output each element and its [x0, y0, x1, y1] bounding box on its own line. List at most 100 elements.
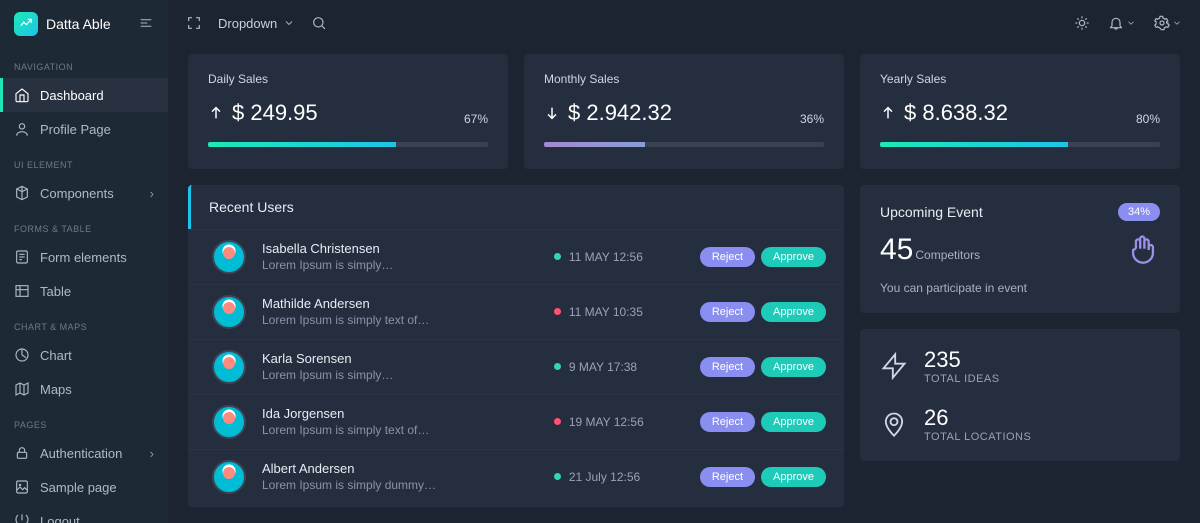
sidebar: Datta Able NAVIGATION Dashboard Profile Pa…	[0, 0, 168, 523]
peace-hand-icon	[1126, 233, 1160, 267]
reject-button[interactable]: Reject	[700, 247, 755, 267]
sidebar-item-label: Profile Page	[40, 122, 111, 137]
sidebar-item-chart[interactable]: Chart	[0, 338, 168, 372]
approve-button[interactable]: Approve	[761, 302, 826, 322]
stat-label: Monthly Sales	[544, 72, 824, 86]
sidebar-item-logout[interactable]: Logout	[0, 504, 168, 523]
sidebar-item-components[interactable]: Components ›	[0, 176, 168, 210]
sidebar-item-label: Dashboard	[40, 88, 104, 103]
user-subtitle: Lorem Ipsum is simply text of…	[262, 313, 482, 327]
user-subtitle: Lorem Ipsum is simply…	[262, 368, 482, 382]
reject-button[interactable]: Reject	[700, 412, 755, 432]
user-name: Mathilde Andersen	[262, 296, 538, 311]
user-row: Ida Jorgensen Lorem Ipsum is simply text …	[188, 394, 844, 449]
chevron-right-icon: ›	[150, 186, 154, 201]
topbar-dropdown-label: Dropdown	[218, 16, 277, 31]
sidebar-item-dashboard[interactable]: Dashboard	[0, 78, 168, 112]
chevron-down-icon	[283, 17, 295, 29]
sidebar-item-label: Form elements	[40, 250, 127, 265]
brand[interactable]: Datta Able	[0, 0, 168, 48]
sidebar-section-title: PAGES	[0, 406, 168, 436]
status-dot	[554, 253, 561, 260]
avatar	[212, 295, 246, 329]
map-pin-icon	[880, 410, 908, 438]
reject-button[interactable]: Reject	[700, 302, 755, 322]
sidebar-collapse-icon[interactable]	[138, 15, 154, 34]
theme-icon[interactable]	[1074, 15, 1090, 31]
event-count-label: Competitors	[915, 248, 980, 262]
approve-button[interactable]: Approve	[761, 467, 826, 487]
upcoming-event-card: Upcoming Event 34% 45 Competitors You ca…	[860, 185, 1180, 313]
sidebar-item-maps[interactable]: Maps	[0, 372, 168, 406]
topbar-dropdown[interactable]: Dropdown	[218, 16, 295, 31]
stat-yearly-sales: Yearly Sales$ 8.638.3280%	[860, 54, 1180, 169]
approve-button[interactable]: Approve	[761, 412, 826, 432]
user-name: Isabella Christensen	[262, 241, 538, 256]
stat-value: $ 2.942.32	[544, 100, 672, 126]
recent-users-card: Recent Users Isabella Christensen Lorem I…	[188, 185, 844, 508]
total-ideas-label: TOTAL IDEAS	[924, 373, 1000, 385]
sidebar-item-label: Maps	[40, 382, 72, 397]
sidebar-item-authentication[interactable]: Authentication ›	[0, 436, 168, 470]
avatar	[212, 405, 246, 439]
total-locations: 26 TOTAL LOCATIONS	[880, 405, 1160, 443]
user-row: Karla Sorensen Lorem Ipsum is simply… 9 MA…	[188, 339, 844, 394]
sidebar-section-title: FORMS & TABLE	[0, 210, 168, 240]
avatar	[212, 240, 246, 274]
sidebar-section-title: CHART & MAPS	[0, 308, 168, 338]
user-row: Albert AndersenLorem Ipsum is simply dum…	[188, 449, 844, 504]
total-locations-num: 26	[924, 405, 1031, 431]
reject-button[interactable]: Reject	[700, 467, 755, 487]
status-dot	[554, 473, 561, 480]
user-time: 11 MAY 12:56	[554, 250, 684, 264]
stat-progress	[544, 142, 824, 147]
sidebar-item-label: Sample page	[40, 480, 117, 495]
user-time: 9 MAY 17:38	[554, 360, 684, 374]
stat-percent: 36%	[800, 112, 824, 126]
user-subtitle: Lorem Ipsum is simply text of…	[262, 423, 482, 437]
notifications-icon[interactable]	[1108, 15, 1136, 31]
sidebar-item-profile-page[interactable]: Profile Page	[0, 112, 168, 146]
stat-label: Daily Sales	[208, 72, 488, 86]
stat-progress	[880, 142, 1160, 147]
total-ideas-num: 235	[924, 347, 1000, 373]
totals-card: 235 TOTAL IDEAS 26 TOTAL LOCATIONS	[860, 329, 1180, 461]
user-name: Karla Sorensen	[262, 351, 538, 366]
settings-icon[interactable]	[1154, 15, 1182, 31]
chevron-right-icon: ›	[150, 446, 154, 461]
sidebar-section-title: NAVIGATION	[0, 48, 168, 78]
sidebar-item-label: Logout	[40, 514, 80, 523]
stat-label: Yearly Sales	[880, 72, 1160, 86]
stat-percent: 67%	[464, 112, 488, 126]
sidebar-item-label: Components	[40, 186, 114, 201]
brand-logo-icon	[14, 12, 38, 36]
sidebar-item-label: Table	[40, 284, 71, 299]
total-ideas: 235 TOTAL IDEAS	[880, 347, 1160, 385]
search-icon[interactable]	[311, 15, 327, 31]
user-time: 11 MAY 10:35	[554, 305, 684, 319]
status-dot	[554, 363, 561, 370]
topbar: Dropdown	[168, 0, 1200, 46]
user-row: Isabella Christensen Lorem Ipsum is simpl…	[188, 229, 844, 284]
sidebar-item-label: Authentication	[40, 446, 122, 461]
avatar	[212, 460, 246, 494]
stat-monthly-sales: Monthly Sales $ 2.942.32 36%	[524, 54, 844, 169]
event-note: You can participate in event	[880, 281, 1160, 295]
sidebar-item-form-elements[interactable]: Form elements	[0, 240, 168, 274]
fullscreen-icon[interactable]	[186, 15, 202, 31]
user-name: Ida Jorgensen	[262, 406, 538, 421]
user-time: 21 July 12:56	[554, 470, 684, 484]
stat-value: $ 8.638.32	[880, 100, 1008, 126]
user-time: 19 MAY 12:56	[554, 415, 684, 429]
stat-value: $ 249.95	[208, 100, 318, 126]
approve-button[interactable]: Approve	[761, 357, 826, 377]
approve-button[interactable]: Approve	[761, 247, 826, 267]
user-subtitle: Lorem Ipsum is simply…	[262, 258, 482, 272]
recent-users-title: Recent Users	[209, 199, 294, 215]
lightning-icon	[880, 352, 908, 380]
reject-button[interactable]: Reject	[700, 357, 755, 377]
sidebar-item-sample-page[interactable]: Sample page	[0, 470, 168, 504]
user-row: Mathilde Andersen Lorem Ipsum is simply t…	[188, 284, 844, 339]
event-percent-badge: 34%	[1118, 203, 1160, 221]
sidebar-item-table[interactable]: Table	[0, 274, 168, 308]
